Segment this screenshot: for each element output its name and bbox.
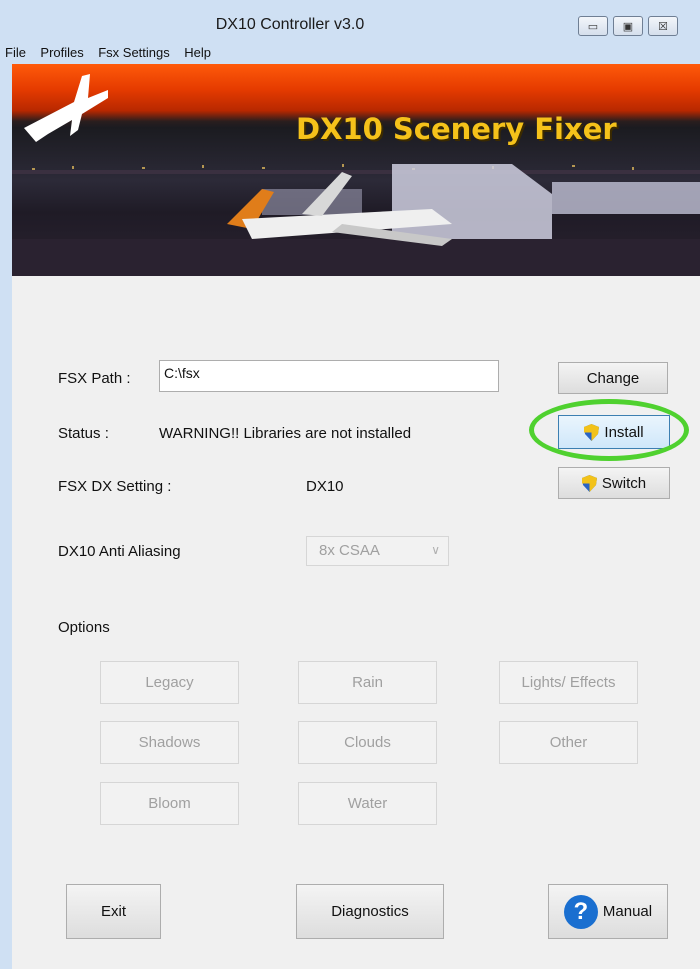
manual-label: Manual	[602, 903, 653, 920]
option-bloom-button[interactable]: Bloom	[100, 782, 239, 825]
manual-button[interactable]: ? Manual	[548, 884, 668, 939]
option-clouds-button[interactable]: Clouds	[298, 721, 437, 764]
uac-shield-icon	[581, 474, 597, 492]
menu-file[interactable]: File	[0, 42, 31, 60]
banner-image: DX10 Scenery Fixer	[12, 64, 700, 276]
chevron-down-icon: ∨	[431, 543, 440, 557]
window-title: DX10 Controller v3.0	[215, 16, 365, 33]
help-icon: ?	[563, 894, 598, 929]
highlight-circle	[529, 399, 689, 461]
fsx-path-label: FSX Path :	[58, 370, 131, 387]
diagnostics-button[interactable]: Diagnostics	[296, 884, 444, 939]
menu-bar: File Profiles Fsx Settings Help	[0, 42, 700, 64]
menu-fsx-settings[interactable]: Fsx Settings	[93, 42, 175, 60]
switch-label: Switch	[601, 474, 647, 492]
menu-profiles[interactable]: Profiles	[35, 42, 88, 60]
anti-aliasing-value: 8x CSAA	[319, 542, 380, 559]
banner-title: DX10 Scenery Fixer	[296, 112, 617, 146]
option-rain-button[interactable]: Rain	[298, 661, 437, 704]
switch-button[interactable]: Switch	[558, 467, 670, 499]
exit-button[interactable]: Exit	[66, 884, 161, 939]
option-legacy-button[interactable]: Legacy	[100, 661, 239, 704]
fsx-path-input[interactable]: C:\fsx	[159, 360, 499, 392]
maximize-button[interactable]: ▣	[613, 16, 643, 36]
dx-setting-value: DX10	[306, 478, 344, 495]
close-button[interactable]: ☒	[648, 16, 678, 36]
title-bar: DX10 Controller v3.0 ▭ ▣ ☒	[0, 0, 700, 42]
option-water-button[interactable]: Water	[298, 782, 437, 825]
option-shadows-button[interactable]: Shadows	[100, 721, 239, 764]
status-value: WARNING!! Libraries are not installed	[159, 425, 412, 442]
client-area: DX10 Scenery Fixer FSX Path : C:\fsx Cha…	[12, 64, 700, 969]
banner-scene	[12, 74, 700, 276]
option-other-button[interactable]: Other	[499, 721, 638, 764]
options-label: Options	[58, 619, 110, 636]
menu-help[interactable]: Help	[179, 42, 216, 60]
app-window: DX10 Controller v3.0 ▭ ▣ ☒ File Profiles…	[0, 0, 700, 969]
change-button[interactable]: Change	[558, 362, 668, 394]
minimize-button[interactable]: ▭	[578, 16, 608, 36]
anti-aliasing-select[interactable]: 8x CSAA ∨	[306, 536, 449, 566]
airplane-logo-icon	[24, 74, 108, 142]
window-controls: ▭ ▣ ☒	[578, 16, 678, 36]
anti-aliasing-label: DX10 Anti Aliasing	[58, 543, 181, 560]
dx-setting-label: FSX DX Setting :	[58, 478, 172, 495]
option-lights-effects-button[interactable]: Lights/ Effects	[499, 661, 638, 704]
status-label: Status :	[58, 425, 109, 442]
